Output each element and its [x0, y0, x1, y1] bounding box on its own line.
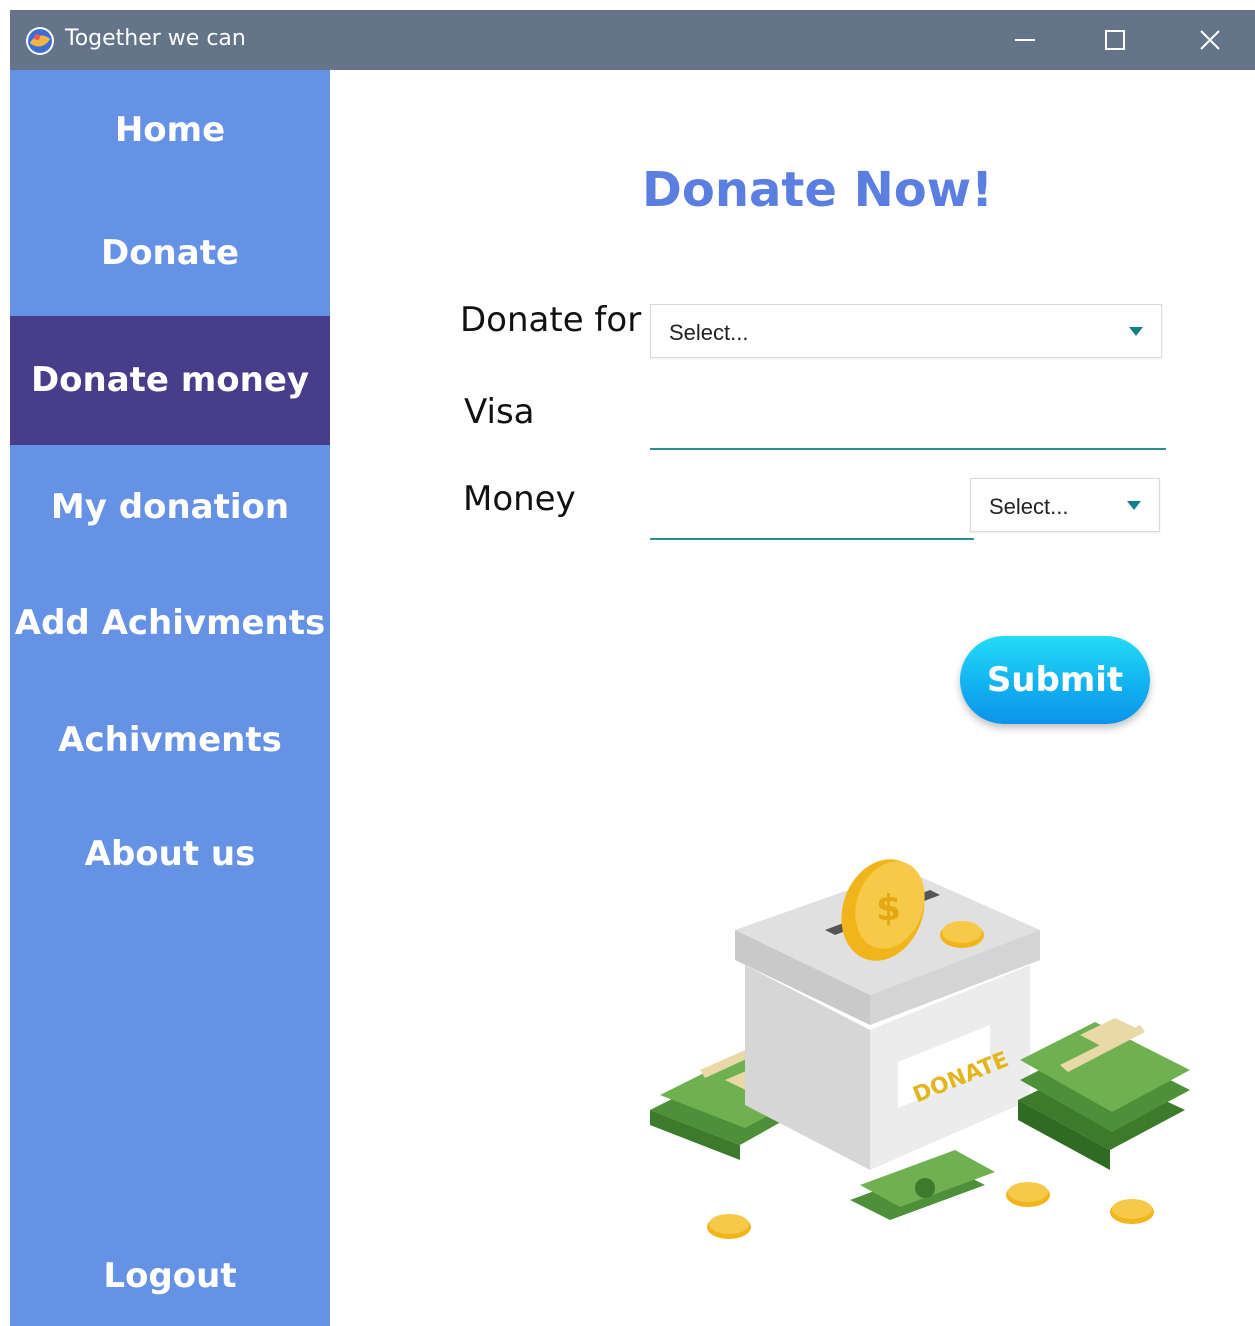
dropdown-caret-icon [1127, 501, 1141, 510]
close-icon [1200, 30, 1220, 50]
currency-selected-value: Select... [989, 494, 1069, 519]
sidebar-item-achievements[interactable]: Achivments [10, 720, 330, 760]
app-window: Together we can Home Donate Donate money… [10, 10, 1255, 1326]
dropdown-caret-icon [1129, 327, 1143, 336]
maximize-button[interactable] [1070, 10, 1160, 70]
logout-button[interactable]: Logout [10, 1256, 330, 1296]
title-bar: Together we can [10, 10, 1255, 70]
sidebar-item-home[interactable]: Home [10, 110, 330, 150]
sidebar-item-add-achievements[interactable]: Add Achivments [10, 603, 330, 643]
sidebar-item-my-donation[interactable]: My donation [10, 487, 330, 527]
submit-button[interactable]: Submit [960, 636, 1150, 724]
donate-for-select[interactable]: Select... [650, 304, 1162, 358]
close-button[interactable] [1165, 10, 1255, 70]
visa-input[interactable] [650, 400, 1166, 450]
minimize-button[interactable] [980, 10, 1070, 70]
page-title: Donate Now! [642, 162, 993, 218]
money-input[interactable] [650, 490, 974, 540]
sidebar-item-about-us[interactable]: About us [10, 834, 330, 874]
sidebar-item-donate[interactable]: Donate [10, 233, 330, 273]
currency-select[interactable]: Select... [970, 478, 1160, 532]
donation-box-illustration: DONATE $ [650, 859, 1190, 1239]
maximize-icon [1105, 30, 1125, 50]
money-label: Money [463, 479, 576, 519]
svg-text:$: $ [876, 888, 901, 929]
donate-for-selected-value: Select... [669, 320, 749, 345]
sidebar-item-donate-money[interactable]: Donate money [10, 316, 330, 445]
minimize-icon [1015, 39, 1035, 41]
donate-for-label: Donate for [460, 300, 642, 340]
main-content: Donate Now! Donate for Select... Visa Mo… [330, 70, 1255, 1326]
app-logo-icon [26, 27, 54, 55]
window-title: Together we can [65, 26, 246, 51]
sidebar: Home Donate Donate money My donation Add… [10, 70, 330, 1326]
visa-label: Visa [464, 392, 535, 432]
money-stack-right-icon [1018, 1018, 1190, 1170]
